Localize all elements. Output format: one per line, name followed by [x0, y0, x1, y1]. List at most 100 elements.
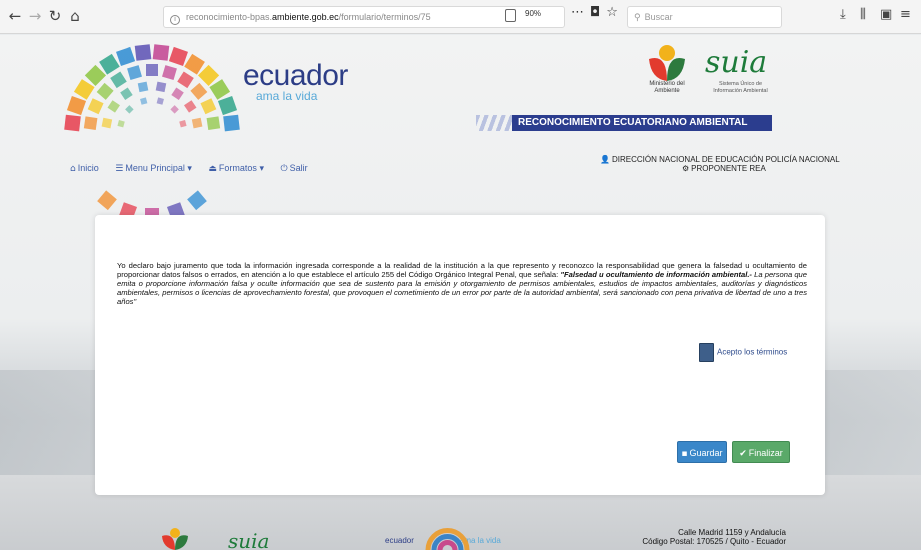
accept-terms-label[interactable]: Acepto los términos	[717, 348, 787, 357]
sun-ray-tile	[146, 64, 158, 76]
suia-logo: suia	[705, 45, 768, 80]
sun-ray-tile	[101, 117, 113, 129]
home-browser-icon[interactable]: ⌂	[66, 7, 84, 25]
top-navigation: ⌂ Inicio ☰ Menu Principal ▾ ⏏ Formatos ▾ ⏻ S…	[70, 163, 322, 174]
gear-icon: ⚙	[682, 164, 690, 173]
sun-ray-tile	[84, 64, 107, 87]
sun-ray-tile	[156, 97, 164, 105]
nav-item-formatos[interactable]: ⏏ Formatos ▾	[208, 163, 264, 174]
nav-item-salir[interactable]: ⏻ Salir	[280, 163, 307, 174]
reload-icon[interactable]: ↻	[46, 7, 64, 25]
accept-terms[interactable]: Acepto los términos	[699, 343, 787, 362]
bookmark-star-icon[interactable]: ☆	[606, 5, 624, 20]
sun-ray-tile	[96, 82, 114, 100]
sun-ray-tile	[184, 53, 205, 75]
brand-slogan: ama la vida	[256, 89, 318, 103]
save-label: Guardar	[689, 448, 723, 458]
sun-ray-tile	[64, 114, 81, 132]
sun-ray-tile	[184, 100, 197, 113]
checkmark-icon: ✔	[739, 449, 747, 459]
sun-ray-tile	[179, 120, 187, 128]
footer-sun-logo	[425, 528, 470, 550]
sun-ray-tile	[107, 100, 120, 113]
sun-ray-tile	[137, 81, 149, 93]
user-info: 👤 DIRECCIÓN NACIONAL DE EDUCACIÓN POLICÍA…	[600, 155, 850, 173]
address-line-2: Código Postal: 170525 / Quito - Ecuador	[642, 537, 786, 546]
footer-ecuador: ecuador	[385, 536, 414, 545]
banner-stripes	[476, 115, 516, 131]
finish-button[interactable]: ✔ Finalizar	[732, 441, 790, 463]
sun-ray-tile	[223, 114, 240, 132]
sun-ray-tile	[117, 120, 125, 128]
menu-hamburger-icon[interactable]: ≡	[900, 7, 911, 22]
sun-ray-tile	[162, 65, 177, 80]
sun-ray-tile	[187, 190, 207, 211]
save-button[interactable]: ▪ Guardar	[677, 441, 727, 463]
sun-ray-tile	[209, 79, 231, 100]
search-input[interactable]: ⚲ Buscar	[627, 6, 782, 28]
footer-address: Calle Madrid 1159 y Andalucía Código Pos…	[626, 528, 786, 546]
nav-item-menu-principal[interactable]: ☰ Menu Principal ▾	[115, 163, 192, 174]
floppy-disk-icon: ▪	[681, 449, 688, 459]
caret-down-icon: ▾	[256, 163, 264, 173]
ecuador-sun-logo	[64, 44, 240, 222]
caret-down-icon: ▾	[184, 163, 192, 173]
sun-ray-tile	[87, 98, 104, 115]
sun-ray-tile	[190, 82, 208, 100]
nav-label: Salir	[289, 163, 308, 173]
browser-toolbar: ← → ↻ ⌂ i reconocimiento-bpas.ambiente.go…	[0, 0, 921, 34]
nav-item-inicio[interactable]: ⌂ Inicio	[70, 163, 99, 174]
brand-ecuador: ecuador	[243, 59, 348, 92]
sun-ray-tile	[168, 46, 188, 67]
sun-ray-tile	[140, 97, 148, 105]
sun-ray-tile	[120, 87, 133, 100]
suia-caption: Sistema Único de Información Ambiental	[713, 81, 768, 94]
sun-ray-tile	[134, 44, 152, 61]
user-institution: DIRECCIÓN NACIONAL DE EDUCACIÓN POLICÍA …	[611, 155, 840, 164]
declaration-bold: "Falsedad u ocultamiento de información …	[560, 270, 752, 279]
info-icon[interactable]: i	[170, 15, 180, 25]
sun-ray-tile	[206, 116, 221, 130]
address-line-1: Calle Madrid 1159 y Andalucía	[678, 528, 786, 537]
nav-label: Inicio	[77, 163, 99, 173]
back-arrow-icon[interactable]: ←	[6, 7, 24, 25]
sun-ray-tile	[197, 64, 220, 87]
sidebar-icon[interactable]: ▣	[880, 7, 892, 22]
sun-ray-tile	[171, 87, 184, 100]
sun-ray-tile	[155, 81, 167, 93]
user-role: PROPONENTE REA	[691, 164, 766, 173]
ministry-name: Ministerio del Ambiente	[649, 81, 685, 94]
reader-view-icon[interactable]	[505, 9, 516, 22]
list-icon: ☰	[115, 164, 124, 174]
sun-ray-tile	[97, 190, 117, 211]
sun-ray-tile	[217, 96, 238, 116]
sun-ray-tile	[73, 79, 95, 100]
library-icon[interactable]: ⫼	[860, 7, 866, 22]
nav-label: Formatos	[218, 163, 257, 173]
sun-ray-tile	[170, 105, 179, 114]
forward-arrow-icon[interactable]: →	[26, 7, 44, 25]
pocket-icon[interactable]: ◘	[590, 5, 606, 20]
sun-ray-tile	[152, 44, 170, 61]
sun-ray-tile	[99, 53, 120, 75]
sun-ray-tile	[125, 105, 134, 114]
home-icon: ⌂	[70, 164, 76, 174]
sun-ray-tile	[191, 117, 203, 129]
page-body: ecuador ama la vida Ministerio del Ambie…	[0, 35, 921, 550]
sun-ray-tile	[200, 98, 217, 115]
url-path: /formulario/terminos/75	[338, 12, 431, 22]
download-icon[interactable]: ⤓	[840, 7, 846, 22]
sun-ray-tile	[116, 46, 136, 67]
ministry-logo-icon	[649, 45, 685, 81]
zoom-level[interactable]: 90%	[525, 9, 541, 18]
footer-suia-logo: suia	[228, 529, 270, 550]
user-icon: ⏏	[208, 164, 217, 174]
user-icon: 👤	[600, 155, 610, 164]
sun-ray-tile	[83, 116, 98, 130]
sun-ray-tile	[177, 71, 194, 89]
page-actions[interactable]: ⋯◘☆	[571, 5, 624, 20]
search-icon: ⚲	[634, 13, 641, 23]
sworn-declaration: Yo declaro bajo juramento que toda la in…	[117, 261, 807, 306]
url-prefix: reconocimiento-bpas.	[186, 12, 273, 22]
accept-terms-checkbox[interactable]	[699, 343, 714, 362]
